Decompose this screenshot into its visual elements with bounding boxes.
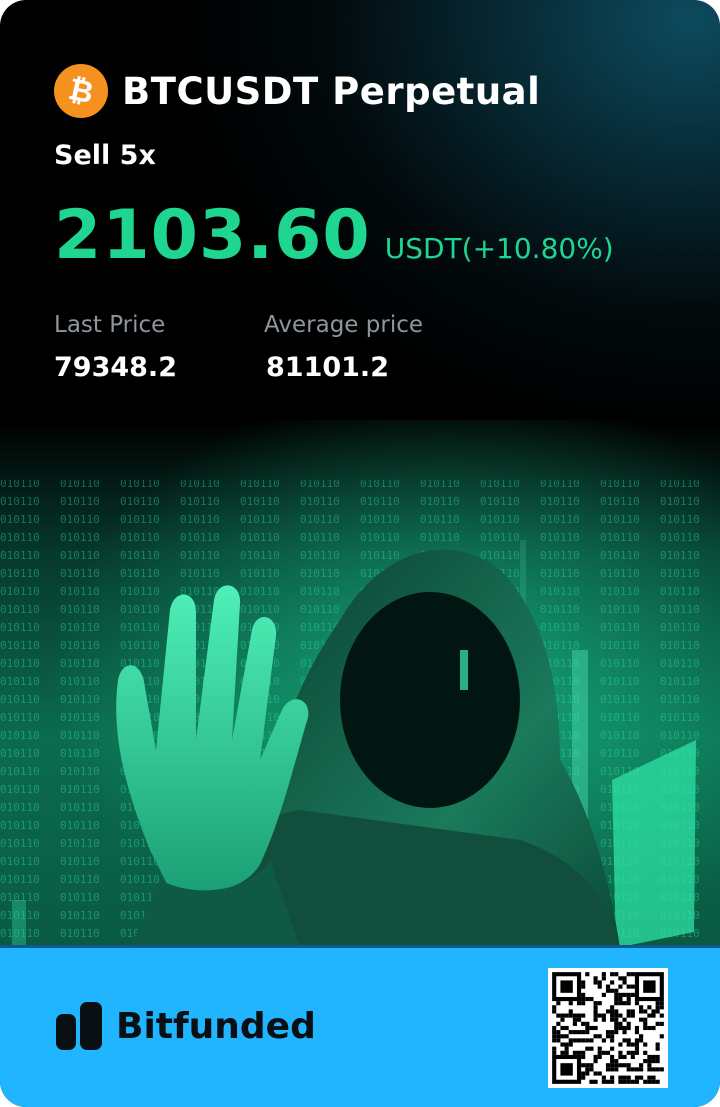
- average-price-value: 81101.2: [266, 352, 389, 383]
- footer-bar: Bitfunded: [0, 945, 720, 1107]
- card-header: ₿ BTCUSDT Perpetual: [54, 64, 540, 118]
- last-price-label: Last Price: [54, 312, 166, 338]
- pnl-suffix: USDT(+10.80%): [384, 232, 614, 265]
- hacker-illustration: 010110: [0, 420, 720, 948]
- bitfunded-logo-icon: [56, 1002, 102, 1050]
- pnl-row: 2103.60 USDT(+10.80%): [54, 196, 614, 275]
- qr-code-icon: [548, 968, 668, 1088]
- pnl-value: 2103.60: [54, 196, 371, 275]
- bitcoin-icon: ₿: [54, 64, 108, 118]
- contract-title: BTCUSDT Perpetual: [122, 69, 541, 113]
- last-price-value: 79348.2: [54, 352, 177, 383]
- average-price-label: Average price: [264, 312, 424, 338]
- pnl-share-card: ₿ BTCUSDT Perpetual Sell 5x 2103.60 USDT…: [0, 0, 720, 1107]
- position-side: Sell 5x: [54, 140, 156, 171]
- svg-text:₿: ₿: [65, 74, 96, 108]
- brand-logo: Bitfunded: [54, 1000, 316, 1052]
- brand-name: Bitfunded: [116, 1005, 316, 1047]
